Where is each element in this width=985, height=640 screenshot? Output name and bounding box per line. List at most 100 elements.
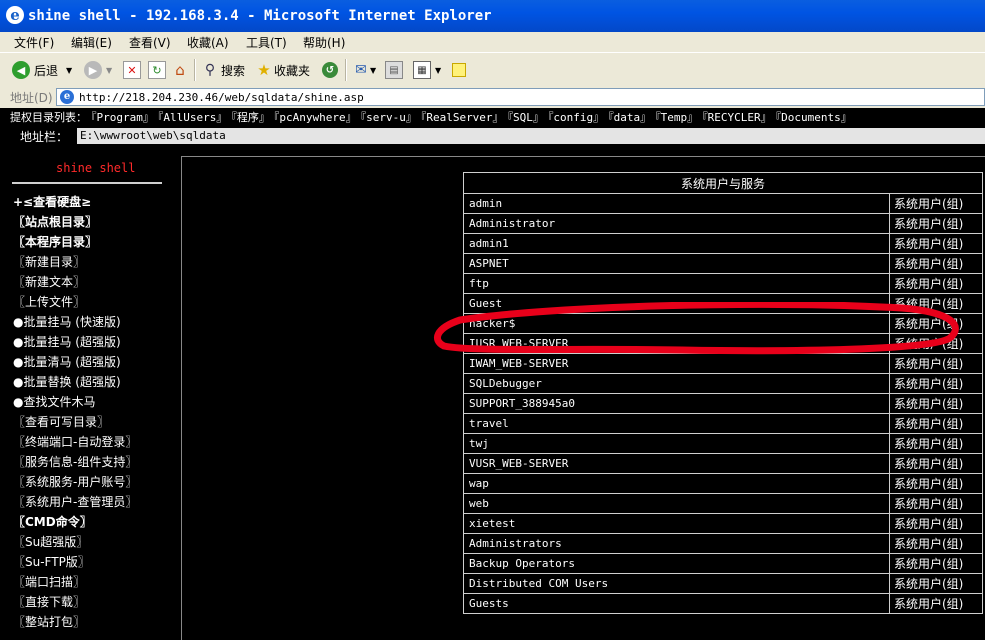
menu-help[interactable]: 帮助(H): [303, 34, 345, 51]
nav-port-scan[interactable]: 〖端口扫描〗: [13, 573, 85, 590]
nav-su-super[interactable]: 〖Su超强版〗: [13, 533, 88, 550]
dir-link-temp[interactable]: 『Temp』: [655, 111, 698, 124]
user-kind-cell: 系统用户(组): [889, 573, 983, 594]
mail-button[interactable]: ✉ ▼: [353, 60, 376, 80]
nav-batch-trojan-super[interactable]: ●批量挂马 (超强版): [13, 333, 121, 350]
history-icon: ↺: [322, 62, 338, 78]
stop-icon: ✕: [123, 61, 141, 79]
user-name-cell: SUPPORT_388945a0: [463, 393, 890, 414]
mail-dropdown-icon[interactable]: ▼: [370, 66, 376, 75]
nav-writable-dirs[interactable]: 〖查看可写目录〗: [13, 413, 109, 430]
back-button[interactable]: ◀ 后退 ▼: [12, 60, 72, 80]
user-kind-cell: 系统用户(组): [889, 393, 983, 414]
favorites-star-icon: ★: [257, 61, 271, 79]
dir-link-program[interactable]: 『Program』: [91, 111, 154, 124]
history-button[interactable]: ↺: [322, 60, 338, 80]
table-row: Distributed COM Users 系统用户(组): [463, 573, 983, 594]
menu-bar: 文件(F) 编辑(E) 查看(V) 收藏(A) 工具(T) 帮助(H): [0, 32, 985, 52]
user-kind-cell: 系统用户(组): [889, 193, 983, 214]
forward-dropdown-icon[interactable]: ▼: [106, 66, 112, 75]
forward-button[interactable]: ▶ ▼: [84, 60, 112, 80]
nav-service-info[interactable]: 〖服务信息-组件支持〗: [13, 453, 137, 470]
note-icon: [452, 63, 466, 77]
menu-edit[interactable]: 编辑(E): [71, 34, 112, 51]
user-name-cell: ftp: [463, 273, 890, 294]
favorites-button[interactable]: ★ 收藏夹: [256, 60, 310, 80]
sidebar: shine shell +≤查看硬盘≥ 〖站点根目录〗 〖本程序目录〗 〖新建目…: [0, 156, 172, 640]
dir-link-programs-cn[interactable]: 『程序』: [231, 111, 270, 124]
nav-system-users[interactable]: 〖系统用户-查管理员〗: [13, 493, 137, 510]
menu-view[interactable]: 查看(V): [129, 34, 171, 51]
favorites-label: 收藏夹: [274, 63, 311, 78]
menu-file[interactable]: 文件(F): [14, 34, 54, 51]
user-name-cell: Guests: [463, 593, 890, 614]
user-name-cell: ASPNET: [463, 253, 890, 274]
dir-link-pcanywhere[interactable]: 『pcAnywhere』: [274, 111, 357, 124]
user-name-cell: admin1: [463, 233, 890, 254]
refresh-button[interactable]: ↻: [148, 60, 166, 80]
nav-batch-replace[interactable]: ●批量替换 (超强版): [13, 373, 121, 390]
table-row: Guests 系统用户(组): [463, 593, 983, 614]
nav-direct-download[interactable]: 〖直接下载〗: [13, 593, 85, 610]
edit-button[interactable]: ▦ ▼: [413, 60, 441, 80]
path-label: 地址栏：: [20, 130, 69, 144]
dir-link-servu[interactable]: 『serv-u』: [361, 111, 417, 124]
nav-site-root[interactable]: 〖站点根目录〗: [13, 213, 97, 230]
nav-program-dir[interactable]: 〖本程序目录〗: [13, 233, 97, 250]
user-name-cell: Backup Operators: [463, 553, 890, 574]
dir-list: 提权目录列表： 『Program』 『AllUsers』 『程序』 『pcAnywher…: [10, 109, 856, 125]
nav-batch-clean[interactable]: ●批量清马 (超强版): [13, 353, 121, 370]
user-name-cell: twj: [463, 433, 890, 454]
discuss-button[interactable]: [452, 60, 466, 80]
edit-dropdown-icon[interactable]: ▼: [435, 66, 441, 75]
user-kind-cell: 系统用户(组): [889, 473, 983, 494]
user-name-cell: Distributed COM Users: [463, 573, 890, 594]
address-label: 地址(D): [10, 91, 53, 105]
nav-cmd[interactable]: 〖CMD命令〗: [13, 513, 92, 530]
nav-new-dir[interactable]: 〖新建目录〗: [13, 253, 85, 270]
back-arrow-icon: ◀: [12, 61, 30, 79]
stop-button[interactable]: ✕: [123, 60, 141, 80]
user-kind-cell: 系统用户(组): [889, 493, 983, 514]
user-kind-cell: 系统用户(组): [889, 253, 983, 274]
nav-upload-file[interactable]: 〖上传文件〗: [13, 293, 85, 310]
nav-system-services[interactable]: 〖系统服务-用户账号〗: [13, 473, 137, 490]
menu-favorites[interactable]: 收藏(A): [187, 34, 229, 51]
user-kind-cell: 系统用户(组): [889, 553, 983, 574]
home-button[interactable]: ⌂: [172, 60, 188, 80]
nav-terminal-port[interactable]: 〖终端端口-自动登录〗: [13, 433, 137, 450]
user-name-cell: web: [463, 493, 890, 514]
dir-link-documents[interactable]: 『Documents』: [776, 111, 852, 124]
table-row: SQLDebugger 系统用户(组): [463, 373, 983, 394]
nav-site-pack[interactable]: 〖整站打包〗: [13, 613, 85, 630]
refresh-icon: ↻: [148, 61, 166, 79]
dir-link-config[interactable]: 『config』: [548, 111, 604, 124]
path-input[interactable]: E:\wwwroot\web\sqldata: [77, 128, 985, 144]
dir-link-recycler[interactable]: 『RECYCLER』: [702, 111, 771, 124]
forward-arrow-icon: ▶: [84, 61, 102, 79]
nav-find-trojan[interactable]: ●查找文件木马: [13, 393, 95, 410]
table-row: xietest 系统用户(组): [463, 513, 983, 534]
search-button[interactable]: ⚲ 搜索: [202, 60, 245, 80]
dir-link-data[interactable]: 『data』: [608, 111, 651, 124]
dir-link-realserver[interactable]: 『RealServer』: [421, 111, 504, 124]
address-bar: 地址(D) e http://218.204.230.46/web/sqldat…: [0, 87, 985, 108]
table-row: Administrator 系统用户(组): [463, 213, 983, 234]
user-kind-cell: 系统用户(组): [889, 413, 983, 434]
nav-batch-trojan-fast[interactable]: ●批量挂马 (快速版): [13, 313, 121, 330]
nav-view-disks[interactable]: +≤查看硬盘≥: [13, 193, 91, 210]
nav-su-ftp[interactable]: 〖Su-FTP版〗: [13, 553, 90, 570]
print-button[interactable]: ▤: [385, 60, 403, 80]
address-input[interactable]: e http://218.204.230.46/web/sqldata/shin…: [56, 88, 985, 106]
back-label: 后退: [34, 63, 59, 78]
edit-page-icon: ▦: [413, 61, 431, 79]
user-kind-cell: 系统用户(组): [889, 273, 983, 294]
menu-tools[interactable]: 工具(T): [246, 34, 287, 51]
user-name-cell: xietest: [463, 513, 890, 534]
back-dropdown-icon[interactable]: ▼: [66, 66, 72, 75]
dir-link-sql[interactable]: 『SQL』: [508, 111, 544, 124]
nav-new-text[interactable]: 〖新建文本〗: [13, 273, 85, 290]
user-kind-cell: 系统用户(组): [889, 233, 983, 254]
dir-link-allusers[interactable]: 『AllUsers』: [158, 111, 227, 124]
address-url[interactable]: http://218.204.230.46/web/sqldata/shine.…: [79, 91, 364, 104]
